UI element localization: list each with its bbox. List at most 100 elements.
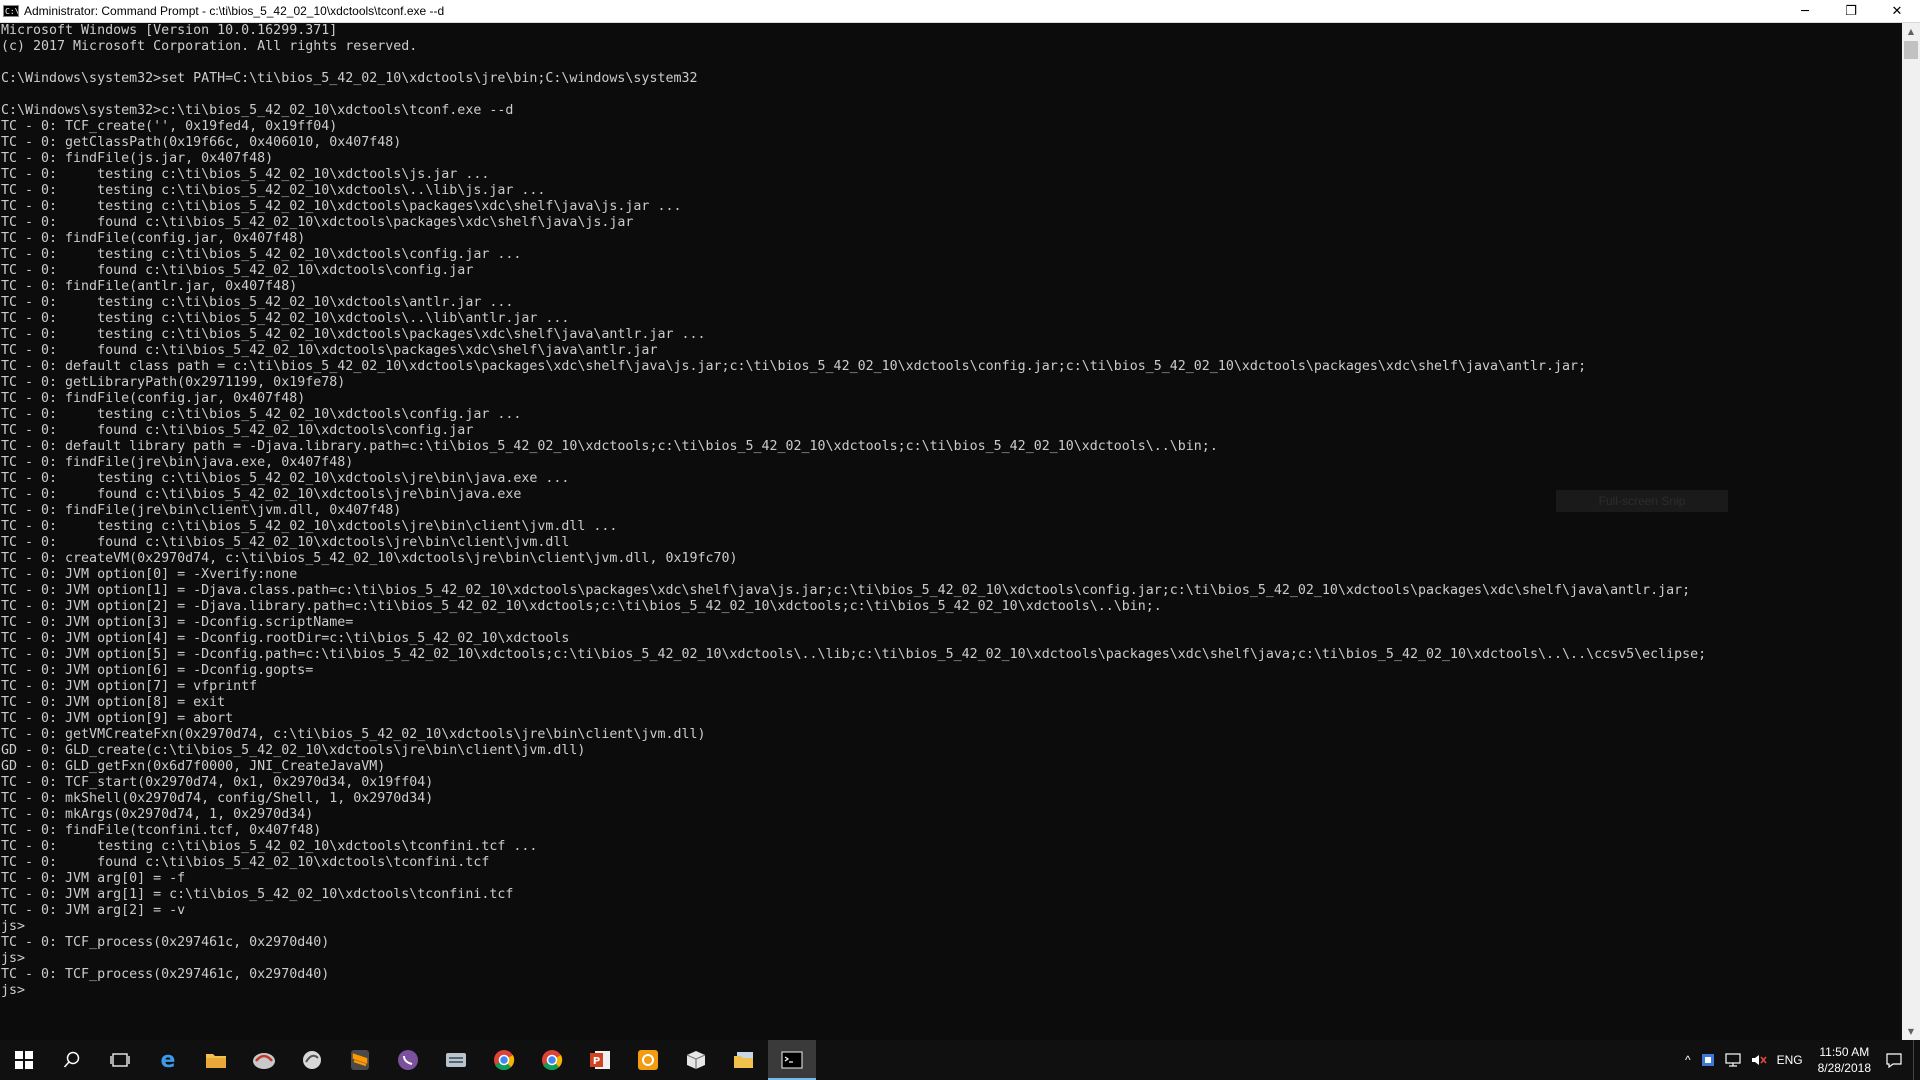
console-line: TC - 0: JVM option[2] = -Djava.library.p… bbox=[1, 599, 1162, 614]
svg-text:P: P bbox=[593, 1056, 600, 1067]
console-line: TC - 0: found c:\ti\bios_5_42_02_10\xdct… bbox=[1, 535, 570, 550]
cmd-icon bbox=[781, 1051, 803, 1069]
console-line: TC - 0: JVM option[7] = vfprintf bbox=[1, 679, 258, 694]
console-line: TC - 0: testing c:\ti\bios_5_42_02_10\xd… bbox=[1, 295, 514, 310]
console-line: TC - 0: findFile(antlr.jar, 0x407f48) bbox=[1, 279, 298, 294]
action-center-button[interactable] bbox=[1881, 1040, 1907, 1080]
console-line: TC - 0: TCF_process(0x297461c, 0x2970d40… bbox=[1, 967, 330, 982]
chrome-icon bbox=[542, 1050, 563, 1071]
edge-icon: e bbox=[161, 1049, 176, 1071]
console-output[interactable]: Microsoft Windows [Version 10.0.16299.37… bbox=[0, 23, 1902, 1040]
app-bird-icon bbox=[303, 1051, 321, 1069]
taskbar-app-15[interactable] bbox=[672, 1040, 720, 1080]
console-line: GD - 0: GLD_create(c:\ti\bios_5_42_02_10… bbox=[1, 743, 586, 758]
clock-time: 11:50 AM bbox=[1819, 1045, 1870, 1059]
vertical-scrollbar[interactable]: ▲ ▼ bbox=[1902, 23, 1920, 1040]
console-line: TC - 0: default class path = c:\ti\bios_… bbox=[1, 359, 1587, 374]
taskbar-powerpoint[interactable]: P bbox=[576, 1040, 624, 1080]
console-line: TC - 0: createVM(0x2970d74, c:\ti\bios_5… bbox=[1, 551, 738, 566]
sublime-icon bbox=[351, 1050, 369, 1070]
console-line: js> bbox=[1, 951, 26, 966]
taskbar: e P ^ ENG 11:50 AM 8/28/2018 bbox=[0, 1040, 1920, 1080]
console-line: (c) 2017 Microsoft Corporation. All righ… bbox=[1, 39, 418, 54]
task-view-button[interactable] bbox=[96, 1040, 144, 1080]
taskbar-file-explorer[interactable] bbox=[192, 1040, 240, 1080]
start-button[interactable] bbox=[0, 1040, 48, 1080]
scroll-up-icon[interactable]: ▲ bbox=[1902, 23, 1920, 40]
console-line: TC - 0: JVM option[6] = -Dconfig.gopts= bbox=[1, 663, 314, 678]
notification-app-icon[interactable] bbox=[1696, 1040, 1720, 1080]
console-line: TC - 0: findFile(tconfini.tcf, 0x407f48) bbox=[1, 823, 322, 838]
console-line: TC - 0: mkArgs(0x2970d74, 1, 0x2970d34) bbox=[1, 807, 314, 822]
taskbar-chrome-1[interactable] bbox=[480, 1040, 528, 1080]
clock-date: 8/28/2018 bbox=[1817, 1061, 1871, 1075]
taskbar-app-6[interactable] bbox=[240, 1040, 288, 1080]
console-line: TC - 0: testing c:\ti\bios_5_42_02_10\xd… bbox=[1, 183, 546, 198]
console-line: C:\Windows\system32>set PATH=C:\ti\bios_… bbox=[1, 71, 698, 86]
taskbar-app-10[interactable] bbox=[432, 1040, 480, 1080]
console-line: TC - 0: testing c:\ti\bios_5_42_02_10\xd… bbox=[1, 327, 706, 342]
console-line: TC - 0: JVM option[0] = -Xverify:none bbox=[1, 567, 298, 582]
console-line: TC - 0: JVM arg[1] = c:\ti\bios_5_42_02_… bbox=[1, 887, 514, 902]
console-line: TC - 0: JVM option[4] = -Dconfig.rootDir… bbox=[1, 631, 570, 646]
powerpoint-icon: P bbox=[590, 1051, 610, 1069]
console-line: TC - 0: found c:\ti\bios_5_42_02_10\xdct… bbox=[1, 423, 474, 438]
show-desktop-button[interactable] bbox=[1913, 1040, 1920, 1080]
console-line: GD - 0: GLD_getFxn(0x6d7f0000, JNI_Creat… bbox=[1, 759, 386, 774]
console-line: TC - 0: found c:\ti\bios_5_42_02_10\xdct… bbox=[1, 343, 658, 358]
console-line: TC - 0: JVM arg[0] = -f bbox=[1, 871, 186, 886]
taskbar-app-7[interactable] bbox=[288, 1040, 336, 1080]
language-indicator[interactable]: ENG bbox=[1772, 1040, 1808, 1080]
taskbar-edge[interactable]: e bbox=[144, 1040, 192, 1080]
console-line: js> bbox=[1, 983, 26, 998]
window-controls: ─ ❐ ✕ bbox=[1782, 0, 1920, 22]
volume-muted-icon[interactable] bbox=[1746, 1040, 1772, 1080]
snip-tooltip: Full-screen Snip bbox=[1556, 490, 1728, 512]
show-hidden-icons-button[interactable]: ^ bbox=[1680, 1040, 1696, 1080]
taskbar-sublime[interactable] bbox=[336, 1040, 384, 1080]
network-icon bbox=[1724, 1053, 1741, 1067]
taskbar-app-16[interactable] bbox=[720, 1040, 768, 1080]
console-line: TC - 0: JVM option[8] = exit bbox=[1, 695, 226, 710]
console-line: TC - 0: default library path = -Djava.li… bbox=[1, 439, 1218, 454]
search-button[interactable] bbox=[48, 1040, 96, 1080]
console-line: TC - 0: findFile(js.jar, 0x407f48) bbox=[1, 151, 274, 166]
console-line: TC - 0: mkShell(0x2970d74, config/Shell,… bbox=[1, 791, 434, 806]
scroll-thumb[interactable] bbox=[1904, 41, 1918, 59]
cube-icon bbox=[686, 1051, 706, 1069]
title-bar: C:\ Administrator: Command Prompt - c:\t… bbox=[0, 0, 1920, 23]
console-line: TC - 0: JVM arg[2] = -v bbox=[1, 903, 186, 918]
minimize-button[interactable]: ─ bbox=[1782, 0, 1828, 22]
cmd-icon: C:\ bbox=[3, 5, 19, 17]
console-line: TC - 0: findFile(config.jar, 0x407f48) bbox=[1, 391, 306, 406]
console-line: TC - 0: found c:\ti\bios_5_42_02_10\xdct… bbox=[1, 855, 490, 870]
console-line: TC - 0: getLibraryPath(0x2971199, 0x19fe… bbox=[1, 375, 346, 390]
close-button[interactable]: ✕ bbox=[1874, 0, 1920, 22]
console-line: TC - 0: JVM option[3] = -Dconfig.scriptN… bbox=[1, 615, 354, 630]
viber-icon bbox=[398, 1050, 418, 1070]
console-line: js> bbox=[1, 919, 26, 934]
app-tray-icon bbox=[1701, 1054, 1714, 1066]
window-title: Administrator: Command Prompt - c:\ti\bi… bbox=[24, 4, 445, 18]
maximize-button[interactable]: ❐ bbox=[1828, 0, 1874, 22]
app-swirl-icon bbox=[253, 1053, 275, 1069]
console-line: TC - 0: testing c:\ti\bios_5_42_02_10\xd… bbox=[1, 199, 682, 214]
console-line: TC - 0: testing c:\ti\bios_5_42_02_10\xd… bbox=[1, 407, 522, 422]
console-line: TC - 0: getVMCreateFxn(0x2970d74, c:\ti\… bbox=[1, 727, 706, 742]
console-line: TC - 0: found c:\ti\bios_5_42_02_10\xdct… bbox=[1, 263, 474, 278]
clock[interactable]: 11:50 AM 8/28/2018 bbox=[1808, 1044, 1881, 1076]
taskbar-chrome-2[interactable] bbox=[528, 1040, 576, 1080]
taskbar-viber[interactable] bbox=[384, 1040, 432, 1080]
console-line: TC - 0: testing c:\ti\bios_5_42_02_10\xd… bbox=[1, 167, 490, 182]
taskbar-app-14[interactable] bbox=[624, 1040, 672, 1080]
console-line: C:\Windows\system32>c:\ti\bios_5_42_02_1… bbox=[1, 103, 514, 118]
app-orange-icon bbox=[638, 1050, 658, 1070]
scroll-down-icon[interactable]: ▼ bbox=[1902, 1023, 1920, 1040]
taskbar-cmd[interactable] bbox=[768, 1040, 816, 1080]
network-icon[interactable] bbox=[1720, 1040, 1746, 1080]
console-line: TC - 0: getClassPath(0x19f66c, 0x406010,… bbox=[1, 135, 402, 150]
console-line: TC - 0: TCF_create('', 0x19fed4, 0x19ff0… bbox=[1, 119, 338, 134]
notification-icon bbox=[1886, 1053, 1902, 1068]
